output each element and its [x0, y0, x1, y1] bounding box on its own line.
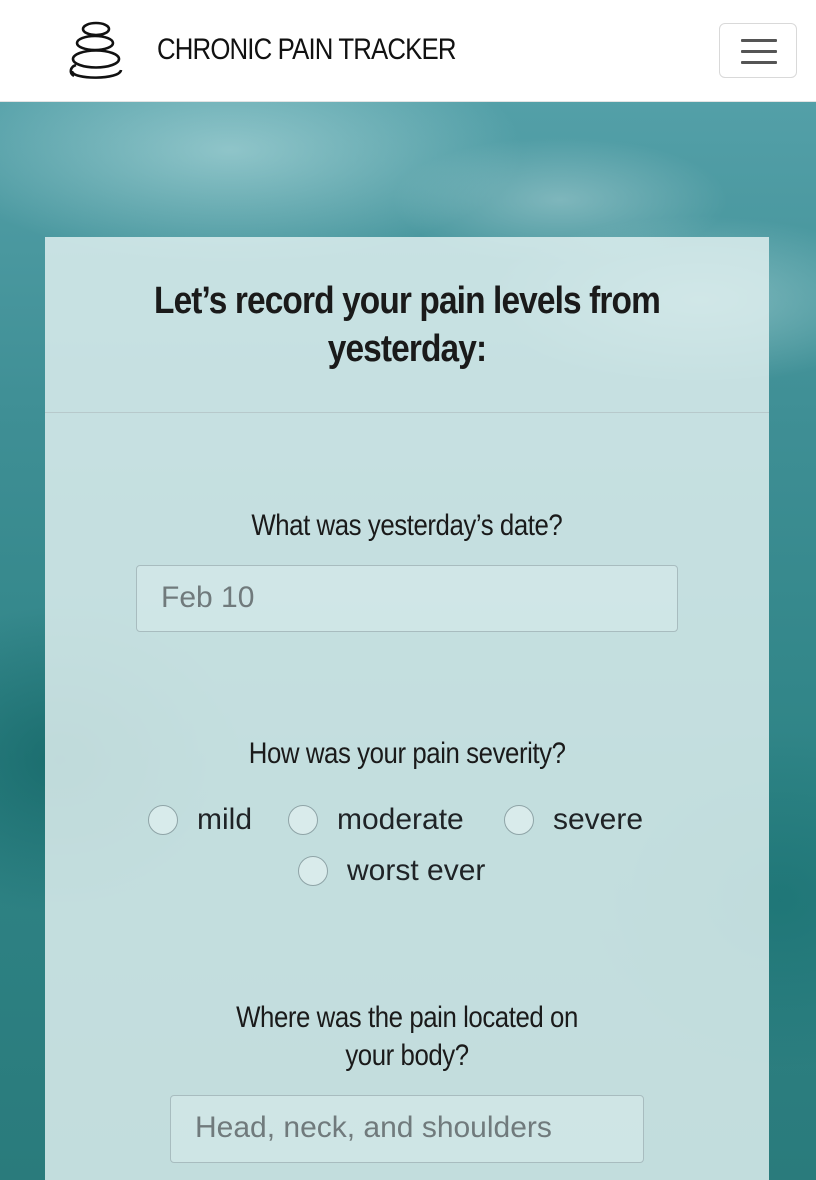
hamburger-menu-icon [741, 50, 777, 53]
severity-question: How was your pain severity? [248, 737, 566, 770]
radio-label: moderate [337, 803, 464, 836]
radio-label: worst ever [347, 854, 486, 887]
radio-button[interactable] [504, 805, 534, 835]
hamburger-menu-icon [741, 39, 777, 42]
radio-button[interactable] [298, 856, 328, 886]
stacked-stones-icon[interactable] [66, 20, 126, 82]
pain-record-card: Let’s record your pain levels from yeste… [45, 237, 769, 1180]
location-input[interactable]: Head, neck, and shoulders [170, 1095, 644, 1163]
radio-button[interactable] [288, 805, 318, 835]
date-question: What was yesterday’s date? [251, 509, 563, 542]
radio-label: severe [553, 803, 644, 836]
date-placeholder: Feb 10 [161, 581, 255, 614]
brand-title[interactable]: CHRONIC PAIN TRACKER [157, 32, 457, 68]
date-input[interactable]: Feb 10 [136, 565, 678, 632]
title-divider [45, 412, 769, 413]
menu-toggle-button[interactable] [719, 23, 797, 78]
navbar: CHRONIC PAIN TRACKER [0, 0, 816, 102]
form-title: Let’s record your pain levels from yeste… [154, 280, 661, 370]
location-placeholder: Head, neck, and shoulders [195, 1111, 552, 1144]
location-question: Where was the pain located on your body? [236, 1001, 578, 1072]
hamburger-menu-icon [741, 61, 777, 64]
severity-radio-group: mild moderate severe worst ever [45, 802, 769, 892]
radio-label: mild [197, 803, 253, 836]
radio-button[interactable] [148, 805, 178, 835]
